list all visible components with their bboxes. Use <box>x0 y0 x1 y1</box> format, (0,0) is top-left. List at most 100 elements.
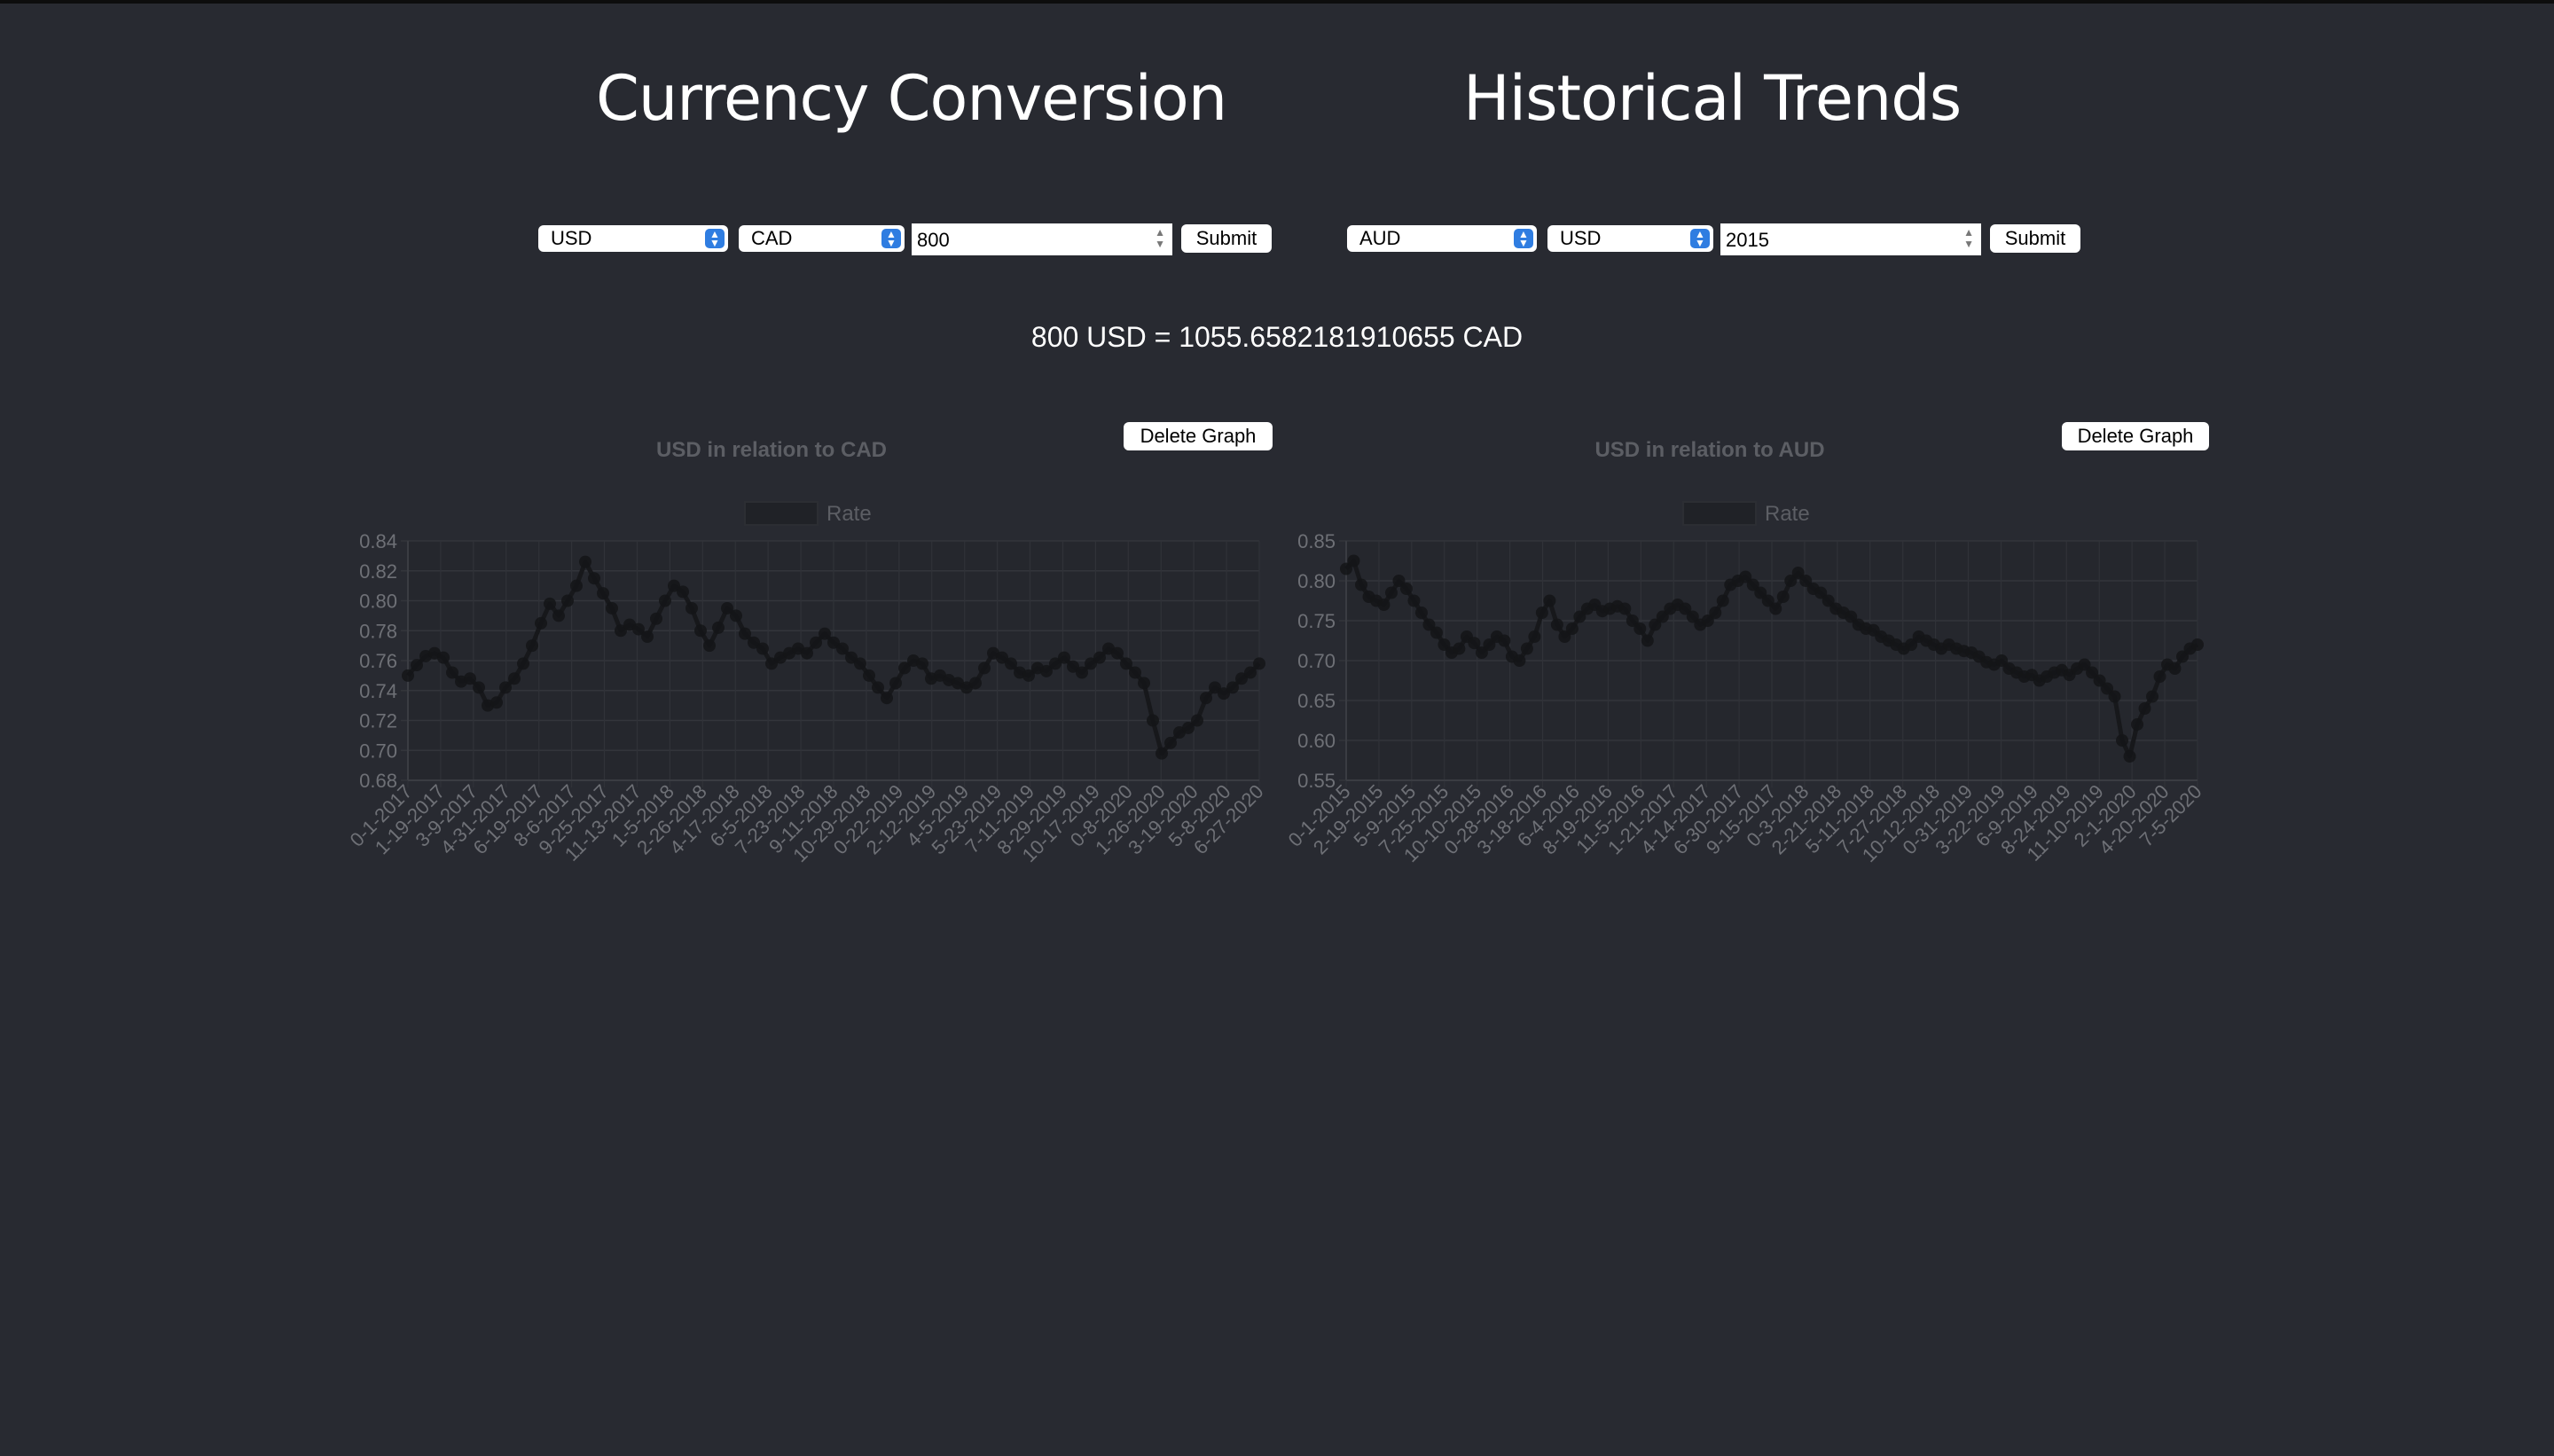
data-point <box>969 677 982 690</box>
historical-from-select[interactable]: AUD ▲ ▼ <box>1347 225 1537 252</box>
data-point <box>916 657 928 670</box>
chart-title: USD in relation to AUD <box>1594 438 1824 462</box>
data-point <box>1641 634 1654 647</box>
data-point <box>854 657 866 670</box>
data-point <box>1414 607 1428 619</box>
data-point <box>1093 651 1106 664</box>
data-point <box>402 669 414 682</box>
data-point <box>1377 599 1391 611</box>
data-point <box>1076 666 1088 679</box>
data-point <box>978 661 991 675</box>
to-currency-value: CAD <box>751 227 793 249</box>
data-point <box>650 612 662 625</box>
data-point <box>561 594 574 607</box>
chart-usd-aud: USD in relation to AUD Rate 0.85 0.80 0.75 0.… <box>1284 438 2206 866</box>
data-point <box>2153 670 2166 683</box>
data-point <box>1244 666 1257 679</box>
data-point <box>1430 626 1443 639</box>
data-point <box>1191 714 1203 727</box>
from-currency-value: USD <box>551 227 592 249</box>
data-point <box>597 587 609 600</box>
data-point <box>1058 651 1070 664</box>
data-point <box>517 657 529 670</box>
data-point <box>508 672 521 685</box>
data-point <box>1384 586 1398 599</box>
data-point <box>1200 692 1212 705</box>
data-point <box>694 624 707 638</box>
year-value: 2015 <box>1726 229 1769 251</box>
data-point <box>703 639 716 653</box>
stepper-icon[interactable]: ▲ ▼ <box>1155 227 1165 250</box>
legend-label: Rate <box>827 502 872 526</box>
data-point <box>1498 634 1511 647</box>
data-point <box>756 642 769 655</box>
historical-to-value: USD <box>1560 227 1602 249</box>
data-point <box>606 601 618 614</box>
chevron-updown-icon: ▲ ▼ <box>1514 229 1533 248</box>
data-point <box>535 616 547 630</box>
data-point <box>1253 657 1265 670</box>
data-point <box>677 585 689 599</box>
y-tick-label: 0.74 <box>359 680 397 702</box>
data-point <box>641 630 654 643</box>
data-point <box>1709 607 1722 619</box>
data-point <box>1005 657 1017 670</box>
data-point <box>2116 734 2129 747</box>
data-point <box>801 646 813 660</box>
data-point <box>1111 646 1124 660</box>
data-point <box>473 681 485 694</box>
data-point <box>490 696 503 709</box>
y-tick-label: 0.65 <box>1297 690 1336 712</box>
data-point <box>686 601 698 614</box>
conversion-submit-button[interactable]: Submit <box>1181 224 1272 253</box>
data-point <box>437 651 450 664</box>
data-point <box>1129 666 1141 679</box>
from-currency-select[interactable]: USD ▲ ▼ <box>538 225 728 252</box>
chevron-updown-icon: ▲ ▼ <box>881 229 901 248</box>
data-point <box>1618 602 1632 615</box>
y-tick-label: 0.85 <box>1297 530 1336 552</box>
data-point <box>588 572 600 585</box>
data-point <box>1399 583 1413 595</box>
data-point <box>712 621 725 634</box>
chart-title: USD in relation to CAD <box>656 438 887 462</box>
y-tick-label: 0.72 <box>359 710 397 732</box>
data-point <box>1513 654 1526 667</box>
y-tick-label: 0.80 <box>359 591 397 613</box>
chevron-updown-icon: ▲ ▼ <box>1690 229 1710 248</box>
amount-value: 800 <box>917 229 950 251</box>
data-point <box>1543 594 1556 607</box>
data-point <box>446 666 458 679</box>
data-point <box>2168 662 2182 675</box>
legend-label: Rate <box>1765 502 1810 526</box>
to-currency-select[interactable]: CAD ▲ ▼ <box>739 225 905 252</box>
data-point <box>464 672 476 685</box>
historical-to-select[interactable]: USD ▲ ▼ <box>1547 225 1713 252</box>
y-tick-label: 0.78 <box>359 620 397 642</box>
historical-submit-button[interactable]: Submit <box>1990 224 2080 253</box>
year-input[interactable]: 2015 ▲ ▼ <box>1720 223 1981 255</box>
amount-input[interactable]: 800 ▲ ▼ <box>912 223 1172 255</box>
historical-from-value: AUD <box>1359 227 1401 249</box>
data-point <box>411 659 423 672</box>
data-point <box>1520 642 1533 655</box>
data-point <box>739 627 751 640</box>
data-point <box>1565 622 1579 635</box>
data-point <box>499 681 512 694</box>
data-point <box>2191 638 2204 651</box>
conversion-title: Currency Conversion <box>596 62 1227 135</box>
data-point <box>2146 690 2159 703</box>
y-tick-label: 0.76 <box>359 650 397 672</box>
data-point <box>819 627 831 640</box>
data-point <box>1716 594 1729 607</box>
data-point <box>863 669 875 682</box>
data-point <box>659 594 671 607</box>
stepper-icon[interactable]: ▲ ▼ <box>1963 227 1974 250</box>
data-point <box>1550 618 1563 631</box>
data-point <box>552 609 565 622</box>
chevron-updown-icon: ▲ ▼ <box>705 229 725 248</box>
y-tick-label: 0.75 <box>1297 610 1336 632</box>
y-tick-label: 0.80 <box>1297 570 1336 592</box>
data-point <box>1407 594 1421 607</box>
data-point <box>1120 657 1132 670</box>
